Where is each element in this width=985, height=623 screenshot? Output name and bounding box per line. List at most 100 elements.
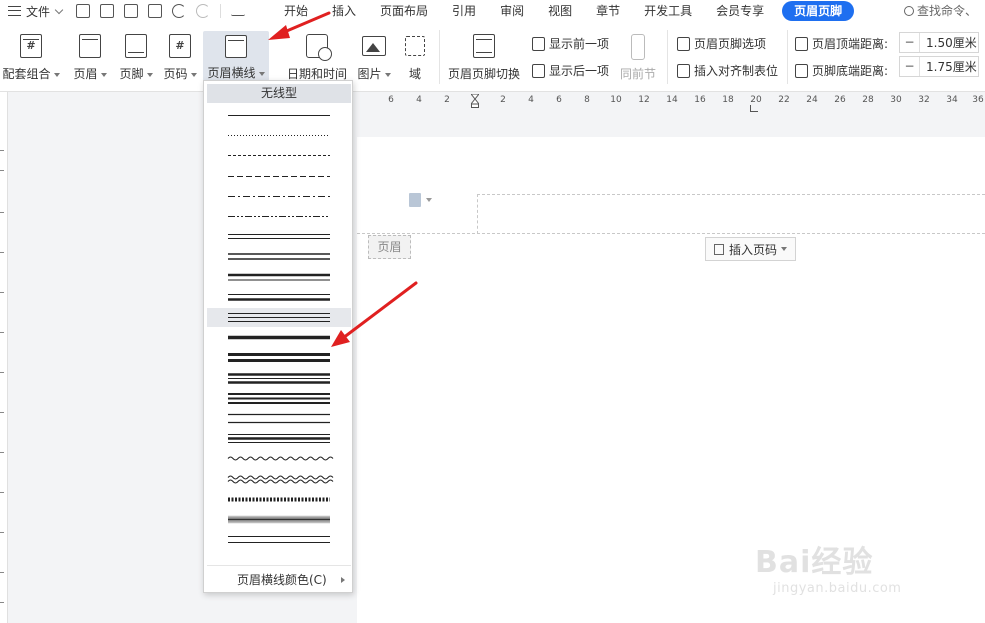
line-style-option-thick[interactable] [207,328,351,347]
file-menu[interactable]: 文件 [0,0,68,22]
line-style-option-double[interactable] [207,247,351,266]
print-preview-icon[interactable] [148,4,163,18]
switch-header-footer-button[interactable]: 页眉页脚切换 [444,22,524,92]
line-style-option-dash-dot[interactable] [207,187,351,206]
options-icon [677,36,690,51]
field-button[interactable]: 域 [398,22,432,92]
tab-review[interactable]: 审阅 [488,0,536,22]
tab-member[interactable]: 会员专享 [704,0,776,22]
tab-references[interactable]: 引用 [440,0,488,22]
header-line-button[interactable]: 页眉横线 [203,31,269,81]
ruler-label: 36 [972,95,984,105]
show-previous-button[interactable]: 显示前一项 [532,35,609,52]
chevron-down-icon [54,5,64,14]
tab-stop-marker[interactable] [750,105,758,112]
line-style-option-solid[interactable] [207,106,351,125]
ribbon: # 配套组合 页眉 页脚 # 页码 页眉横线 日期和时间 图片 域 页眉页脚切换… [0,22,985,92]
same-as-previous-button[interactable]: 同前节 [616,22,660,92]
hamburger-icon [8,6,21,16]
line-style-option-thin-thin[interactable] [207,530,351,549]
ruler-label: 22 [778,95,790,105]
line-style-option-dash-dot-dot[interactable] [207,207,351,226]
header-button[interactable]: 页眉 [68,22,112,92]
line-preview-icon [228,293,330,301]
menu-bar: 文件 开始 插入 页面布局 引用 审阅 视图 章节 开发工具 会员专享 页眉页脚… [0,0,985,22]
footer-button[interactable]: 页脚 [114,22,158,92]
line-style-option-thin-double[interactable] [207,227,351,246]
line-style-option-thick-double[interactable] [207,348,351,367]
line-style-option-hatched[interactable] [207,490,351,509]
line-style-option-double-spaced[interactable] [207,409,351,428]
customize-icon[interactable] [231,6,246,16]
tab-page-layout[interactable]: 页面布局 [368,0,440,22]
line-style-option-thick-thin-thick[interactable] [207,369,351,388]
combo-button[interactable]: # 配套组合 [2,22,60,92]
vertical-ruler [0,92,8,623]
line-style-option-gradient[interactable] [207,510,351,529]
decrease-icon[interactable]: − [900,57,920,76]
line-style-option-triple-thick[interactable] [207,389,351,408]
show-next-label: 显示后一项 [549,64,610,78]
tab-insert[interactable]: 插入 [320,0,368,22]
header-top-distance-label: 页眉顶端距离: [795,35,888,52]
footer-icon [125,34,147,58]
undo-icon[interactable] [172,4,187,18]
header-boundary-line [357,233,985,234]
line-style-option-wave[interactable] [207,449,351,468]
insert-page-number-button[interactable]: 插入页码 [705,237,797,261]
header-line-color-item[interactable]: 页眉横线颜色(C) [207,570,351,590]
tab-section[interactable]: 章节 [584,0,632,22]
chevron-right-icon [341,577,345,583]
picture-button[interactable]: 图片 [354,22,394,92]
line-style-option-double-wave[interactable] [207,470,351,489]
print-icon[interactable] [124,4,139,18]
format-painter-icon[interactable] [100,4,115,18]
baidu-watermark: Bai经验 jingyan.baidu.com [755,537,980,607]
line-style-option-triple[interactable] [207,308,351,327]
page-number-label: 页码 [163,67,188,81]
header-top-distance-input[interactable]: − 1.50厘米 [899,32,979,53]
tab-developer[interactable]: 开发工具 [632,0,704,22]
header-area[interactable] [477,194,985,234]
header-icon [79,34,101,58]
line-preview-icon [228,273,330,281]
decrease-icon[interactable]: − [900,33,920,52]
show-next-button[interactable]: 显示后一项 [532,62,609,79]
line-style-option-dashed-fine[interactable] [207,146,351,165]
ruler-label: 26 [834,95,846,105]
header-label: 页眉 [73,67,98,81]
tab-view[interactable]: 视图 [536,0,584,22]
save-icon[interactable] [76,4,91,18]
ruler-label: 34 [946,95,958,105]
line-preview-icon [227,475,334,484]
footer-bottom-distance-label: 页脚底端距离: [795,62,888,79]
tab-header-footer[interactable]: 页眉页脚 [782,1,855,21]
header-tag: 页眉 [368,235,411,259]
command-search[interactable]: 查找命令、 [904,0,977,22]
redo-icon[interactable] [196,4,211,18]
line-style-option-thick-thin[interactable] [207,268,351,287]
indent-marker-icon[interactable] [471,94,479,108]
line-style-option-thin-thick-thin[interactable] [207,429,351,448]
header-line-label: 页眉横线 [207,66,256,80]
header-options-toggle[interactable] [409,193,432,207]
search-icon [904,6,914,16]
ruler-label: 2 [444,95,450,105]
line-preview-icon [228,536,330,544]
page-number-button[interactable]: # 页码 [158,22,202,92]
ruler-label: 4 [528,95,534,105]
line-style-option-dashed[interactable] [207,167,351,186]
no-line-option[interactable]: 无线型 [207,84,351,103]
combo-icon: # [20,34,42,58]
line-style-option-thin-thick[interactable] [207,288,351,307]
header-footer-options-button[interactable]: 页眉页脚选项 [677,35,766,52]
line-preview-icon [228,413,330,424]
ruler-label: 28 [862,95,874,105]
footer-bottom-distance-input[interactable]: − 1.75厘米 [899,56,979,77]
tab-home[interactable]: 开始 [272,0,320,22]
command-search-placeholder: 查找命令、 [917,4,978,18]
insert-align-tab-button[interactable]: 插入对齐制表位 [677,62,778,79]
horizontal-ruler: 6 4 2 2 4 6 8 10 12 14 16 18 20 22 24 26… [357,92,985,112]
line-style-option-dotted[interactable] [207,126,351,145]
line-preview-icon [228,195,330,197]
